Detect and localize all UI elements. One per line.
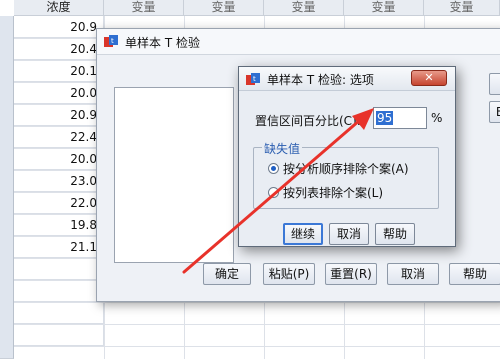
table-cell[interactable]: 22.4 (14, 126, 104, 148)
confidence-interval-value: 95 (376, 111, 394, 125)
column-header-var-3[interactable]: 变量 (264, 0, 344, 16)
radio-unselected-icon[interactable] (268, 187, 279, 198)
missing-values-legend: 缺失值 (262, 140, 303, 157)
table-cell[interactable] (14, 258, 104, 280)
row-header-strip[interactable] (0, 16, 14, 359)
reset-button[interactable]: 重置(R) (325, 263, 377, 285)
options-dialog: t 单样本 T 检验: 选项 ✕ 置信区间百分比(C): 95 % 缺失值 按分… (238, 66, 456, 247)
table-cell[interactable]: 20.9 (14, 16, 104, 38)
table-cell[interactable]: 22.0 (14, 192, 104, 214)
radio-selected-icon[interactable] (268, 163, 279, 174)
table-cell[interactable]: 20.0 (14, 82, 104, 104)
column-header-var-2[interactable]: 变量 (184, 0, 264, 16)
missing-values-group: 缺失值 按分析顺序排除个案(A) 按列表排除个案(L) (253, 140, 439, 209)
options-button[interactable] (489, 73, 500, 95)
table-cell[interactable] (14, 324, 104, 346)
spss-app-icon: t (246, 73, 260, 85)
close-button[interactable]: ✕ (411, 70, 447, 86)
ok-button[interactable]: 确定 (203, 263, 251, 285)
options-cancel-button[interactable]: 取消 (329, 223, 369, 245)
radio-label: 按列表排除个案(L) (283, 186, 384, 200)
cancel-button[interactable]: 取消 (387, 263, 439, 285)
table-cell[interactable]: 20.9 (14, 104, 104, 126)
options-title: 单样本 T 检验: 选项 (267, 73, 374, 87)
confidence-interval-input[interactable]: 95 (373, 107, 427, 129)
table-cell[interactable] (14, 280, 104, 302)
options-help-button[interactable]: 帮助 (375, 223, 415, 245)
svg-text:t: t (111, 37, 114, 45)
column-header-var-5[interactable]: 变量 (424, 0, 500, 16)
percent-unit: % (431, 111, 443, 125)
paste-button[interactable]: 粘贴(P) (263, 263, 315, 285)
svg-text:t: t (253, 75, 256, 83)
table-cell[interactable]: 21.1 (14, 236, 104, 258)
table-cell[interactable]: 23.0 (14, 170, 104, 192)
radio-exclude-by-analysis[interactable]: 按分析顺序排除个案(A) (268, 160, 409, 177)
continue-button[interactable]: 继续 (283, 223, 323, 245)
grid-line (14, 324, 500, 325)
radio-exclude-listwise[interactable]: 按列表排除个案(L) (268, 184, 383, 201)
column-header-concentration[interactable]: 浓度 (14, 0, 104, 16)
confidence-interval-label: 置信区间百分比(C): (255, 114, 361, 128)
options-title-bar[interactable]: t 单样本 T 检验: 选项 ✕ (239, 67, 455, 91)
spss-app-icon: t (104, 35, 118, 47)
table-cell[interactable] (14, 302, 104, 324)
table-cell[interactable]: 19.8 (14, 214, 104, 236)
column-header-var-4[interactable]: 变量 (344, 0, 424, 16)
table-cell[interactable]: 20.4 (14, 38, 104, 60)
radio-label: 按分析顺序排除个案(A) (283, 162, 409, 176)
table-cell[interactable]: 20.1 (14, 60, 104, 82)
close-icon: ✕ (424, 71, 434, 84)
variable-list[interactable] (114, 87, 234, 263)
table-cell[interactable]: 20.0 (14, 148, 104, 170)
grid-line (14, 346, 500, 347)
bootstrap-button[interactable]: B (489, 101, 500, 123)
dialog-title-bar[interactable]: t 单样本 T 检验 (97, 29, 500, 55)
column-header-var-1[interactable]: 变量 (104, 0, 184, 16)
grid-line (14, 302, 500, 303)
dialog-title: 单样本 T 检验 (125, 36, 200, 50)
help-button[interactable]: 帮助 (449, 263, 500, 285)
